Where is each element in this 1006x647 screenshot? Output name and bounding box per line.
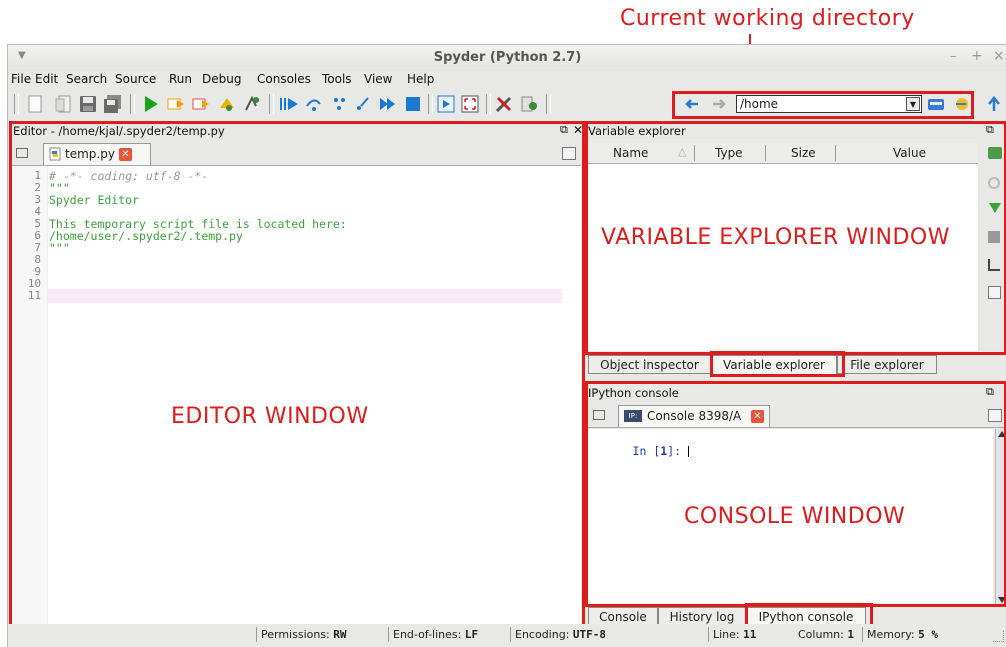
close-button[interactable]: × — [993, 48, 1005, 64]
chevron-down-icon[interactable]: ▼ — [906, 97, 920, 111]
varexp-tabs-highlight — [710, 351, 845, 377]
change-to-parent-icon[interactable] — [952, 94, 972, 114]
minimize-button[interactable]: – — [950, 49, 957, 64]
debug-icon[interactable] — [278, 94, 298, 114]
menu-view[interactable]: View — [364, 72, 392, 86]
save-all-icon[interactable] — [103, 94, 123, 114]
step-return-icon[interactable] — [353, 94, 373, 114]
run-file-icon[interactable] — [166, 94, 186, 114]
menu-debug[interactable]: Debug — [202, 72, 241, 86]
save-icon[interactable] — [78, 94, 98, 114]
tab-file-explorer[interactable]: File explorer — [837, 355, 937, 374]
menu-run[interactable]: Run — [169, 72, 192, 86]
editor-highlight — [9, 121, 585, 647]
preferences-icon[interactable] — [494, 94, 514, 114]
title-bar: ▼ Spyder (Python 2.7) – + × — [8, 45, 1006, 71]
tab-object-inspector[interactable]: Object inspector — [588, 355, 711, 374]
back-arrow-icon[interactable] — [682, 94, 702, 114]
step-icon[interactable] — [304, 94, 324, 114]
status-permissions: Permissions: RW — [256, 627, 388, 642]
status-column: Column: 1 — [798, 628, 854, 641]
toolbar: /home ▼ — [8, 89, 1006, 119]
browse-folder-icon[interactable] — [926, 94, 946, 114]
maximize-pane-icon[interactable] — [436, 94, 456, 114]
cwd-path: /home — [740, 97, 779, 111]
menu-file[interactable]: File — [11, 72, 31, 86]
stop-debug-icon[interactable] — [403, 94, 423, 114]
step-into-icon[interactable] — [329, 94, 349, 114]
menu-help[interactable]: Help — [407, 72, 434, 86]
status-memory: Memory: 5 % — [862, 627, 958, 642]
menu-edit[interactable]: Edit — [35, 72, 58, 86]
run-cell-advance-icon[interactable] — [242, 94, 262, 114]
pythonpath-manager-icon[interactable] — [519, 94, 539, 114]
run-icon[interactable] — [141, 94, 161, 114]
menu-consoles[interactable]: Consoles — [257, 72, 311, 86]
status-eol: End-of-lines: LF — [388, 627, 510, 642]
continue-icon[interactable] — [378, 94, 398, 114]
run-cell-icon[interactable] — [217, 94, 237, 114]
spyder-window: ▼ Spyder (Python 2.7) – + × File Edit Se… — [7, 44, 1006, 647]
console-highlight — [585, 381, 1006, 607]
menu-tools[interactable]: Tools — [322, 72, 352, 86]
parent-directory-arrow-icon[interactable] — [984, 94, 1004, 114]
varexp-highlight — [585, 121, 1006, 355]
status-bar: Permissions: RW End-of-lines: LF Encodin… — [8, 624, 1006, 647]
menu-source[interactable]: Source — [115, 72, 156, 86]
status-line: Line: 11 — [708, 627, 790, 642]
open-file-icon[interactable] — [53, 94, 73, 114]
resize-grip-icon[interactable] — [993, 631, 1004, 642]
window-title: Spyder (Python 2.7) — [433, 50, 582, 65]
run-selection-icon[interactable] — [191, 94, 211, 114]
cwd-combobox[interactable]: /home ▼ — [736, 95, 922, 113]
menu-bar: File Edit Search Source Run Debug Consol… — [8, 71, 1006, 89]
maximize-button[interactable]: + — [971, 48, 983, 64]
menu-search[interactable]: Search — [66, 72, 107, 86]
fullscreen-icon[interactable] — [460, 94, 480, 114]
cwd-annotation: Current working directory — [620, 6, 915, 31]
forward-arrow-icon[interactable] — [709, 94, 729, 114]
status-encoding: Encoding: UTF-8 — [510, 627, 708, 642]
new-file-icon[interactable] — [25, 94, 45, 114]
